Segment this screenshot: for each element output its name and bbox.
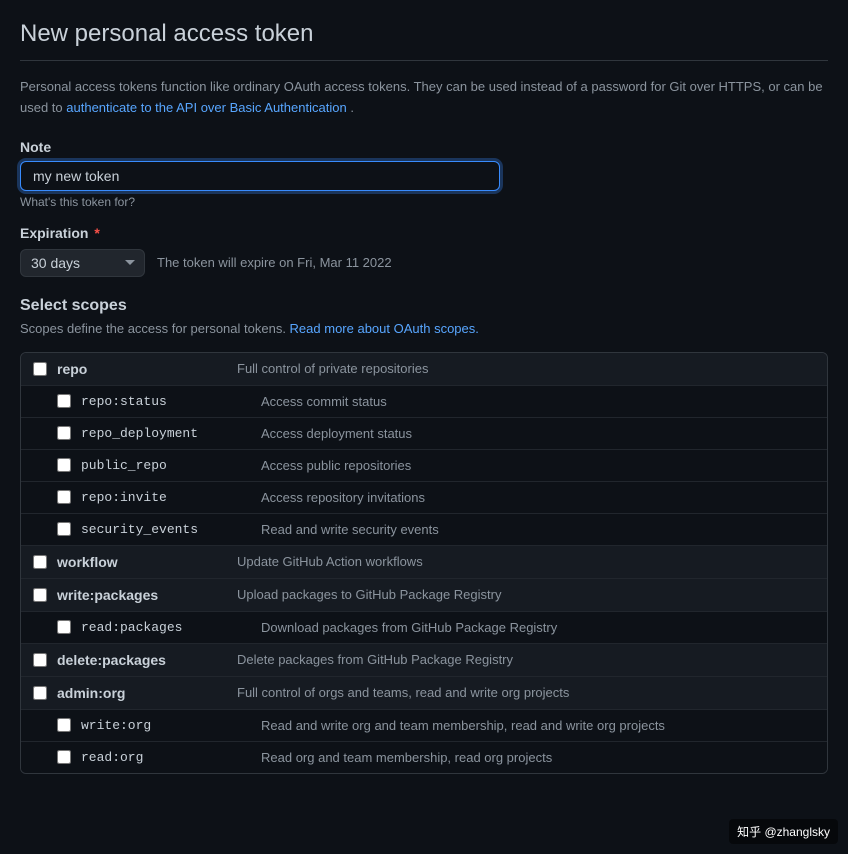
checkbox-repo-status[interactable] <box>57 394 71 408</box>
description-text-2: . <box>350 100 354 115</box>
scopes-title: Select scopes <box>20 297 828 315</box>
scope-desc-read-packages: Download packages from GitHub Package Re… <box>261 620 815 635</box>
scope-name-repo-deployment: repo_deployment <box>81 426 261 441</box>
scope-name-repo-status: repo:status <box>81 394 261 409</box>
scope-name-workflow: workflow <box>57 554 237 570</box>
scope-desc-security-events: Read and write security events <box>261 522 815 537</box>
scope-name-read-packages: read:packages <box>81 620 261 635</box>
checkbox-public-repo[interactable] <box>57 458 71 472</box>
scope-desc-repo: Full control of private repositories <box>237 361 815 376</box>
note-group: Note What's this token for? <box>20 139 828 209</box>
scope-name-security-events: security_events <box>81 522 261 537</box>
required-indicator: * <box>94 225 99 241</box>
scope-row-workflow: workflow Update GitHub Action workflows <box>21 546 827 579</box>
page-title: New personal access token <box>20 20 828 61</box>
scope-row-repo-status: repo:status Access commit status <box>21 386 827 418</box>
scope-desc-repo-invite: Access repository invitations <box>261 490 815 505</box>
checkbox-write-org[interactable] <box>57 718 71 732</box>
scope-desc-write-org: Read and write org and team membership, … <box>261 718 815 733</box>
note-label: Note <box>20 139 828 155</box>
scope-name-repo: repo <box>57 361 237 377</box>
api-auth-link[interactable]: authenticate to the API over Basic Authe… <box>66 100 346 115</box>
scope-name-public-repo: public_repo <box>81 458 261 473</box>
scope-name-repo-invite: repo:invite <box>81 490 261 505</box>
scope-row-public-repo: public_repo Access public repositories <box>21 450 827 482</box>
scope-desc-public-repo: Access public repositories <box>261 458 815 473</box>
scope-name-admin-org: admin:org <box>57 685 237 701</box>
scope-name-delete-packages: delete:packages <box>57 652 237 668</box>
expiration-row: 7 days 30 days 60 days 90 days Custom...… <box>20 249 828 277</box>
expiration-group: Expiration * 7 days 30 days 60 days 90 d… <box>20 225 828 277</box>
checkbox-repo-invite[interactable] <box>57 490 71 504</box>
scopes-section: Select scopes Scopes define the access f… <box>20 297 828 774</box>
expiration-label: Expiration * <box>20 225 828 241</box>
scope-row-admin-org: admin:org Full control of orgs and teams… <box>21 677 827 710</box>
expiry-note: The token will expire on Fri, Mar 11 202… <box>157 255 392 270</box>
scope-desc-write-packages: Upload packages to GitHub Package Regist… <box>237 587 815 602</box>
scope-row-delete-packages: delete:packages Delete packages from Git… <box>21 644 827 677</box>
scope-desc-repo-deployment: Access deployment status <box>261 426 815 441</box>
scope-name-read-org: read:org <box>81 750 261 765</box>
description: Personal access tokens function like ord… <box>20 77 828 119</box>
scope-row-security-events: security_events Read and write security … <box>21 514 827 546</box>
scope-row-write-org: write:org Read and write org and team me… <box>21 710 827 742</box>
checkbox-delete-packages[interactable] <box>33 653 47 667</box>
checkbox-read-packages[interactable] <box>57 620 71 634</box>
scope-desc-repo-status: Access commit status <box>261 394 815 409</box>
checkbox-admin-org[interactable] <box>33 686 47 700</box>
scope-row-read-packages: read:packages Download packages from Git… <box>21 612 827 644</box>
scope-name-write-org: write:org <box>81 718 261 733</box>
scopes-table: repo Full control of private repositorie… <box>20 352 828 774</box>
scope-name-write-packages: write:packages <box>57 587 237 603</box>
scope-row-repo: repo Full control of private repositorie… <box>21 353 827 386</box>
page-container: New personal access token Personal acces… <box>0 0 848 794</box>
scope-row-repo-invite: repo:invite Access repository invitation… <box>21 482 827 514</box>
scope-row-read-org: read:org Read org and team membership, r… <box>21 742 827 773</box>
checkbox-repo-deployment[interactable] <box>57 426 71 440</box>
scope-desc-delete-packages: Delete packages from GitHub Package Regi… <box>237 652 815 667</box>
oauth-scopes-link[interactable]: Read more about OAuth scopes. <box>290 321 479 336</box>
checkbox-read-org[interactable] <box>57 750 71 764</box>
scope-desc-workflow: Update GitHub Action workflows <box>237 554 815 569</box>
scope-row-repo-deployment: repo_deployment Access deployment status <box>21 418 827 450</box>
checkbox-workflow[interactable] <box>33 555 47 569</box>
scope-desc-admin-org: Full control of orgs and teams, read and… <box>237 685 815 700</box>
watermark: 知乎 @zhanglsky <box>729 819 838 844</box>
scope-desc-read-org: Read org and team membership, read org p… <box>261 750 815 765</box>
expiration-select[interactable]: 7 days 30 days 60 days 90 days Custom...… <box>20 249 145 277</box>
checkbox-repo[interactable] <box>33 362 47 376</box>
scope-row-write-packages: write:packages Upload packages to GitHub… <box>21 579 827 612</box>
scopes-description: Scopes define the access for personal to… <box>20 321 828 336</box>
checkbox-write-packages[interactable] <box>33 588 47 602</box>
note-input[interactable] <box>20 161 500 191</box>
checkbox-security-events[interactable] <box>57 522 71 536</box>
note-hint: What's this token for? <box>20 195 828 209</box>
